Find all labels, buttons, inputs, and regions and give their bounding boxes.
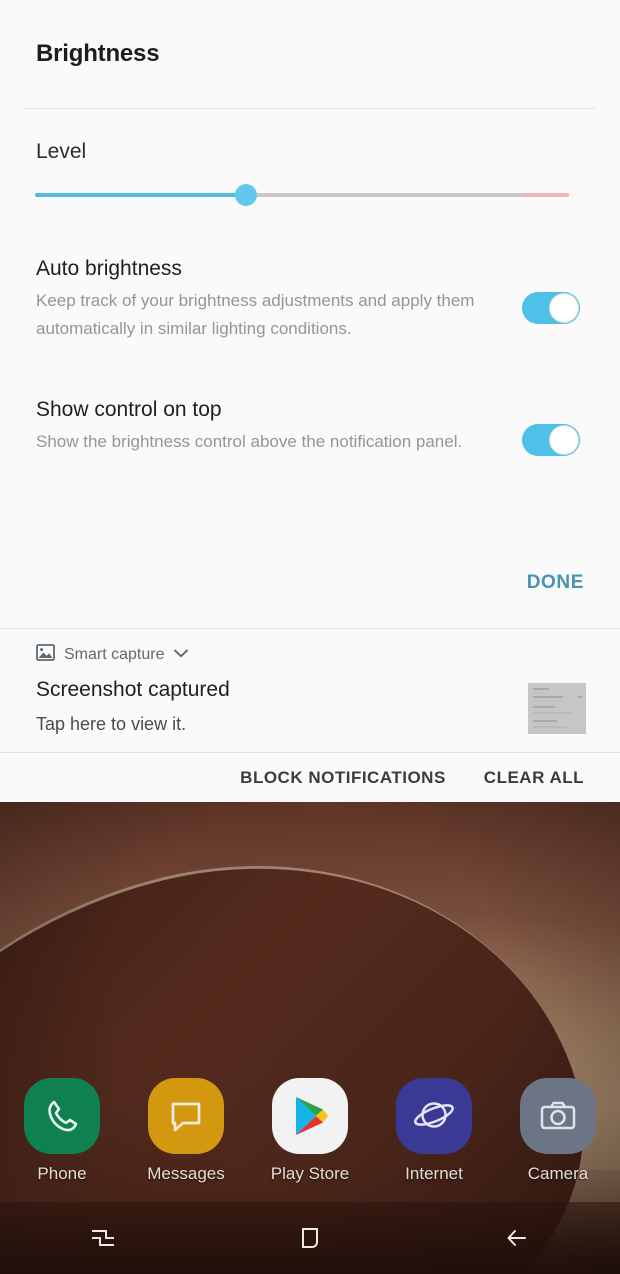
brightness-level-slider[interactable] bbox=[35, 184, 569, 206]
screenshot-thumbnail[interactable] bbox=[528, 683, 586, 734]
slider-fill bbox=[35, 193, 249, 197]
home-square-icon bbox=[301, 1228, 318, 1248]
back-button[interactable] bbox=[481, 1214, 553, 1262]
level-label: Level bbox=[36, 140, 87, 163]
home-button[interactable] bbox=[274, 1214, 346, 1262]
show-control-on-top-toggle[interactable] bbox=[522, 424, 580, 456]
dock-item-internet[interactable]: Internet bbox=[381, 1078, 487, 1184]
camera-icon[interactable] bbox=[520, 1078, 596, 1154]
app-dock: Phone Messages Play Store Internet Camer… bbox=[0, 1078, 620, 1184]
dock-item-phone[interactable]: Phone bbox=[9, 1078, 115, 1184]
toggle-knob bbox=[549, 293, 579, 323]
slider-thumb[interactable] bbox=[235, 184, 257, 206]
title-divider bbox=[25, 108, 595, 109]
phone-icon[interactable] bbox=[24, 1078, 100, 1154]
dock-label: Phone bbox=[37, 1164, 87, 1183]
chevron-down-icon[interactable] bbox=[173, 646, 189, 664]
slider-warning-zone bbox=[521, 193, 569, 197]
panel-notification-divider bbox=[0, 628, 620, 629]
notification-app-name: Smart capture bbox=[64, 646, 165, 663]
navigation-bar bbox=[0, 1202, 620, 1274]
phone-screen: Brightness Level Auto brightness Keep tr… bbox=[0, 0, 620, 1274]
recents-icon bbox=[92, 1230, 115, 1246]
done-button[interactable]: DONE bbox=[527, 572, 584, 594]
notification-action-bar: BLOCK NOTIFICATIONS CLEAR ALL bbox=[0, 753, 620, 802]
setting-description: Keep track of your brightness adjustment… bbox=[36, 291, 475, 338]
setting-description: Show the brightness control above the no… bbox=[36, 432, 463, 451]
dock-label: Messages bbox=[147, 1164, 225, 1183]
back-arrow-icon bbox=[507, 1230, 526, 1246]
notification-shade: Brightness Level Auto brightness Keep tr… bbox=[0, 0, 620, 802]
setting-title: Show control on top bbox=[36, 398, 222, 421]
planet-icon[interactable] bbox=[396, 1078, 472, 1154]
setting-row-auto-brightness[interactable]: Auto brightness Keep track of your brigh… bbox=[36, 255, 584, 343]
image-icon bbox=[36, 644, 55, 666]
notification-subtitle: Tap here to view it. bbox=[36, 714, 187, 734]
dock-label: Internet bbox=[405, 1164, 463, 1183]
dock-item-messages[interactable]: Messages bbox=[133, 1078, 239, 1184]
notification-app-header[interactable]: Smart capture bbox=[36, 644, 189, 666]
clear-all-button[interactable]: CLEAR ALL bbox=[484, 768, 584, 788]
recents-button[interactable] bbox=[67, 1214, 139, 1262]
notification-title: Screenshot captured bbox=[36, 678, 230, 701]
page-title: Brightness bbox=[36, 40, 160, 67]
setting-row-show-control-on-top[interactable]: Show control on top Show the brightness … bbox=[36, 396, 584, 456]
home-screen-wallpaper: Phone Messages Play Store Internet Camer… bbox=[0, 802, 620, 1274]
block-notifications-button[interactable]: BLOCK NOTIFICATIONS bbox=[240, 768, 446, 788]
setting-title: Auto brightness bbox=[36, 257, 182, 280]
dock-label: Play Store bbox=[270, 1164, 350, 1183]
message-icon[interactable] bbox=[148, 1078, 224, 1154]
dock-label: Camera bbox=[527, 1164, 589, 1183]
dock-item-play-store[interactable]: Play Store bbox=[257, 1078, 363, 1184]
toggle-knob bbox=[549, 425, 579, 455]
dock-item-camera[interactable]: Camera bbox=[505, 1078, 611, 1184]
play-store-icon[interactable] bbox=[272, 1078, 348, 1154]
auto-brightness-toggle[interactable] bbox=[522, 292, 580, 324]
